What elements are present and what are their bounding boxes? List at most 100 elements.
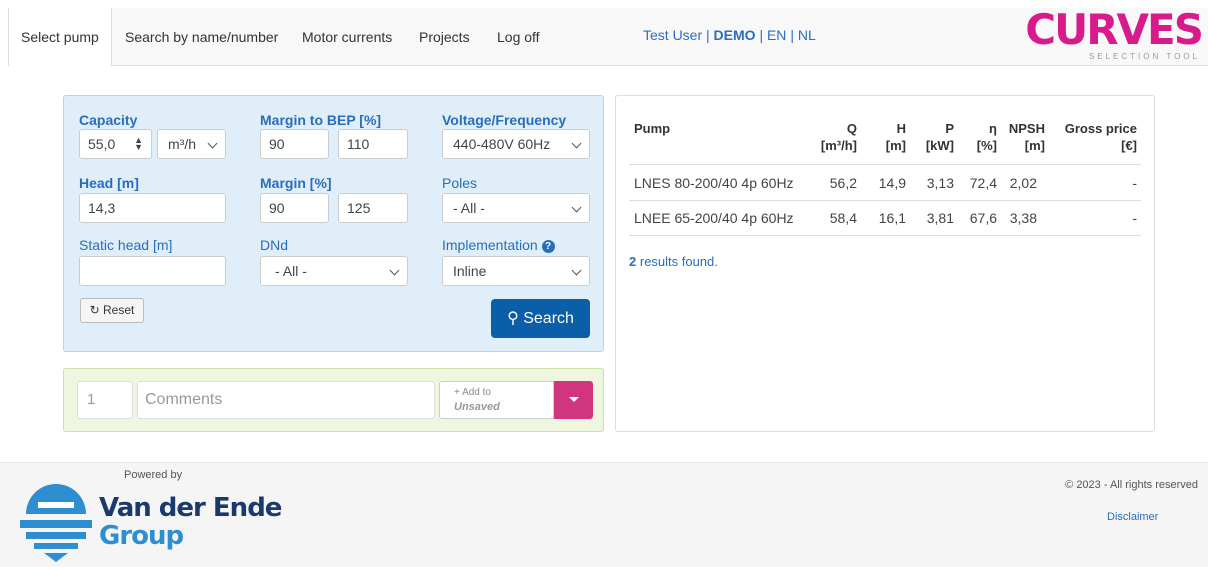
- caret-down-icon: [569, 397, 579, 402]
- curves-logo-subtitle: SELECTION TOOL: [1088, 52, 1200, 61]
- margin-min-input[interactable]: 90: [260, 193, 329, 223]
- question-circle-icon[interactable]: ?: [541, 240, 555, 253]
- demo-link[interactable]: DEMO: [714, 27, 756, 43]
- add-to-project-button[interactable]: + Add to Unsaved: [439, 381, 554, 419]
- tab-motor-currents[interactable]: Motor currents: [302, 8, 392, 66]
- implementation-label-text: Implementation: [442, 237, 538, 253]
- footer: Powered by Van der Ende Group © 2023 - A…: [0, 462, 1208, 567]
- tab-log-off[interactable]: Log off: [497, 8, 540, 66]
- user-links: Test User | DEMO | EN | NL: [643, 8, 816, 62]
- project-name: Unsaved: [454, 401, 500, 413]
- voltage-select[interactable]: 440-480V 60Hz: [442, 129, 590, 159]
- table-cell-price: -: [1132, 210, 1137, 226]
- quantity-input[interactable]: 1: [77, 381, 133, 419]
- table-divider: [629, 235, 1141, 236]
- table-divider: [629, 200, 1141, 201]
- reset-button-label: Reset: [103, 303, 135, 317]
- poles-select[interactable]: - All -: [442, 193, 590, 223]
- col-header-gross-price-unit: [€]: [1121, 138, 1137, 153]
- col-header-npsh-name: NPSH: [1008, 121, 1045, 136]
- chevron-down-icon: [389, 265, 400, 276]
- tab-select-pump[interactable]: Select pump: [8, 8, 112, 66]
- col-header-efficiency-name: η: [989, 121, 997, 136]
- col-header-q-unit: [m³/h]: [820, 138, 857, 153]
- table-cell-efficiency: 67,6: [969, 210, 997, 226]
- col-header-efficiency[interactable]: η [%]: [959, 120, 997, 154]
- capacity-value: 55,0: [88, 136, 116, 152]
- dnd-select[interactable]: - All -: [260, 256, 408, 286]
- chevron-down-icon: [571, 138, 582, 149]
- margin-bep-label: Margin to BEP [%]: [260, 112, 382, 128]
- disclaimer-link[interactable]: Disclaimer: [1107, 511, 1158, 523]
- separator: |: [706, 27, 710, 43]
- margin-bep-min-input[interactable]: 90: [260, 129, 329, 159]
- pump-name-link[interactable]: LNEE 65-200/40 4p 60Hz: [634, 210, 794, 226]
- col-header-pump[interactable]: Pump: [634, 120, 670, 137]
- static-head-input[interactable]: [79, 256, 226, 286]
- capacity-input[interactable]: 55,0 ▲ ▼: [79, 129, 152, 159]
- head-label: Head [m]: [79, 175, 139, 191]
- margin-label: Margin [%]: [260, 175, 332, 191]
- dnd-select-value: - All -: [275, 263, 307, 279]
- col-header-npsh-unit: [m]: [1024, 138, 1045, 153]
- search-button-label: Search: [523, 310, 574, 327]
- col-header-h-name: H: [896, 121, 906, 136]
- table-cell-price: -: [1132, 175, 1137, 191]
- comments-input[interactable]: Comments: [137, 381, 435, 419]
- results-panel: Pump Q [m³/h] H [m] P [kW] η [%] NPSH [m…: [615, 95, 1155, 432]
- curves-logo-wordmark: CURVES: [1025, 5, 1204, 54]
- implementation-select[interactable]: Inline: [442, 256, 590, 286]
- van-der-ende-logo[interactable]: Van der Ende Group: [20, 484, 290, 564]
- col-header-npsh[interactable]: NPSH [m]: [1001, 120, 1045, 154]
- voltage-label: Voltage/Frequency: [442, 112, 567, 128]
- search-button[interactable]: ⚲ Search: [491, 299, 590, 338]
- col-header-q-name: Q: [846, 121, 857, 136]
- head-input[interactable]: 14,3: [79, 193, 226, 223]
- copyright-text: © 2023 - All rights reserved: [1065, 479, 1198, 491]
- voltage-select-value: 440-480V 60Hz: [453, 136, 551, 152]
- lang-en-link[interactable]: EN: [767, 27, 786, 43]
- table-cell-h: 14,9: [878, 175, 906, 191]
- implementation-select-value: Inline: [453, 263, 487, 279]
- col-header-p-unit: [kW]: [925, 138, 954, 153]
- pump-name-link[interactable]: LNES 80-200/40 4p 60Hz: [634, 175, 794, 191]
- separator: |: [759, 27, 764, 43]
- col-header-p[interactable]: P [kW]: [914, 120, 954, 154]
- table-cell-p: 3,81: [926, 210, 954, 226]
- lang-nl-link[interactable]: NL: [798, 27, 816, 43]
- table-cell-q: 56,2: [829, 175, 857, 191]
- col-header-q[interactable]: Q [m³/h]: [809, 120, 857, 154]
- project-dropdown-button[interactable]: [554, 381, 593, 419]
- col-header-gross-price-name: Gross price: [1064, 121, 1137, 136]
- poles-label: Poles: [442, 175, 478, 191]
- brand-name-line1: Van der Ende: [99, 493, 282, 523]
- capacity-unit-select[interactable]: m³/h: [157, 129, 226, 159]
- col-header-p-name: P: [945, 121, 954, 136]
- results-count-text: results found.: [639, 254, 718, 269]
- spinner-arrows-icon[interactable]: ▲ ▼: [134, 136, 143, 152]
- tab-projects[interactable]: Projects: [419, 8, 470, 66]
- poles-select-value: - All -: [453, 200, 485, 216]
- user-name-link[interactable]: Test User: [643, 27, 702, 43]
- col-header-gross-price[interactable]: Gross price [€]: [1052, 120, 1137, 154]
- separator: |: [790, 27, 794, 43]
- margin-bep-max-input[interactable]: 110: [338, 129, 408, 159]
- table-cell-npsh: 3,38: [1009, 210, 1037, 226]
- col-header-h-unit: [m]: [885, 138, 906, 153]
- col-header-h[interactable]: H [m]: [866, 120, 906, 154]
- powered-by-label: Powered by: [124, 469, 183, 481]
- capacity-unit-value: m³/h: [168, 136, 196, 152]
- table-cell-q: 58,4: [829, 210, 857, 226]
- table-cell-h: 16,1: [878, 210, 906, 226]
- results-count: 2 results found.: [629, 254, 718, 269]
- reset-button[interactable]: ↻ Reset: [80, 298, 144, 323]
- brand-name-line2: Group: [99, 521, 184, 551]
- table-divider: [629, 164, 1141, 165]
- results-count-number: 2: [629, 254, 637, 269]
- tab-search-by-name[interactable]: Search by name/number: [125, 8, 278, 66]
- refresh-icon: ↻: [89, 303, 100, 317]
- filter-panel: Capacity 55,0 ▲ ▼ m³/h Head [m] 14,3 Stat…: [63, 95, 604, 352]
- comment-panel: 1 Comments + Add to Unsaved: [63, 368, 604, 432]
- margin-max-input[interactable]: 125: [338, 193, 408, 223]
- table-cell-npsh: 2,02: [1009, 175, 1037, 191]
